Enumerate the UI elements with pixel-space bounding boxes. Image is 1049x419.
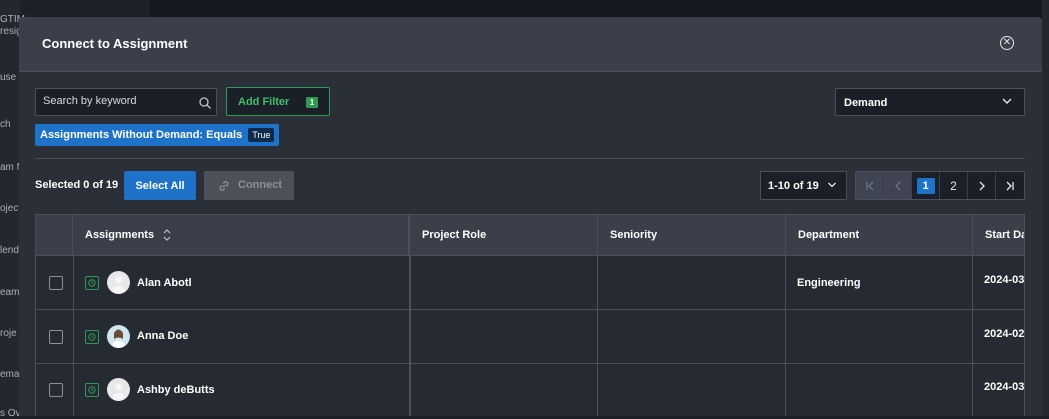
row-checkbox[interactable]: [49, 276, 63, 290]
table-row[interactable]: Anna Doe 2024-02: [36, 310, 1025, 364]
chevron-right-icon: [979, 181, 985, 190]
last-page-button[interactable]: [996, 172, 1024, 199]
table-header: Assignments Project Role Seniority Depar…: [36, 215, 1024, 256]
first-page-icon: [865, 181, 873, 190]
cell-divider: [972, 310, 973, 363]
assignment-name: Alan Abotl: [137, 277, 192, 289]
search-input[interactable]: [43, 95, 193, 107]
filter-chip-label: Assignments Without Demand: Equals: [40, 129, 243, 141]
header-checkbox-cell: [36, 215, 73, 255]
status-icon: [85, 383, 99, 397]
select-all-button[interactable]: Select All: [124, 171, 196, 200]
background-sidebar: GTIM resig use I ch am M oject lend eam …: [0, 0, 25, 419]
search-box[interactable]: [35, 88, 217, 116]
table-row[interactable]: Alan Abotl Engineering 2024-03: [36, 256, 1025, 310]
bg-text: roje: [0, 328, 17, 339]
cell-divider: [409, 310, 411, 363]
assignments-table: Assignments Project Role Seniority Depar…: [35, 214, 1025, 416]
cell-divider: [73, 310, 74, 363]
cell-divider: [597, 310, 598, 363]
bg-text: oject: [0, 203, 22, 214]
next-page-button[interactable]: [968, 172, 996, 199]
chevron-down-icon: [828, 182, 836, 188]
page-button-1[interactable]: 1: [912, 172, 940, 199]
row-checkbox[interactable]: [49, 330, 63, 344]
divider: [35, 158, 1025, 159]
page-button-2[interactable]: 2: [940, 172, 968, 199]
background-toolbar: [150, 0, 1049, 18]
start-date-value: 2024-02: [984, 328, 1025, 340]
link-icon: [219, 181, 229, 191]
status-icon: [85, 330, 99, 344]
cell-divider: [972, 364, 973, 416]
cell-divider: [409, 364, 411, 416]
table-row[interactable]: Ashby deButts 2024-03: [36, 364, 1025, 416]
bg-text: lend: [0, 245, 19, 256]
bg-text: ch: [0, 119, 11, 130]
cell-divider: [73, 364, 74, 416]
cell-divider: [785, 364, 786, 416]
search-icon[interactable]: [198, 96, 212, 110]
bg-text: s Ov: [0, 408, 21, 419]
column-project-role[interactable]: Project Role: [410, 215, 598, 255]
avatar: [107, 378, 130, 401]
last-page-icon: [1006, 181, 1014, 190]
active-filter-chip[interactable]: Assignments Without Demand: Equals True: [35, 124, 280, 146]
first-page-button[interactable]: [856, 172, 884, 199]
cell-divider: [73, 256, 74, 309]
start-date-value: 2024-03: [984, 381, 1025, 393]
page-range-value: 1-10 of 19: [768, 180, 819, 192]
modal-title: Connect to Assignment: [42, 36, 188, 51]
column-label: Assignments: [85, 229, 155, 241]
filter-chip-value: True: [248, 128, 275, 142]
filter-count-badge: 1: [306, 97, 318, 108]
cell-divider: [409, 256, 411, 309]
cell-divider: [785, 310, 786, 363]
cell-divider: [785, 256, 786, 309]
type-select[interactable]: Demand: [835, 88, 1025, 116]
start-date-value: 2024-03: [984, 274, 1025, 286]
chevron-down-icon: [1002, 98, 1012, 104]
column-start-date[interactable]: Start Da: [973, 215, 1024, 255]
current-page: 1: [916, 177, 935, 194]
cell-divider: [972, 256, 973, 309]
modal-header: Connect to Assignment ✕: [19, 17, 1042, 72]
assignment-name: Ashby deButts: [137, 384, 215, 396]
connect-label: Connect: [238, 179, 282, 191]
close-icon[interactable]: ✕: [1000, 36, 1014, 50]
avatar: [107, 325, 130, 348]
status-icon: [85, 276, 99, 290]
column-department[interactable]: Department: [786, 215, 973, 255]
assignment-name: Anna Doe: [137, 330, 189, 342]
connect-button[interactable]: Connect: [204, 171, 294, 200]
department-value: Engineering: [797, 277, 861, 289]
page-size-select[interactable]: 1-10 of 19: [760, 171, 847, 200]
connect-assignment-modal: Connect to Assignment ✕ Add Filter 1 Dem…: [19, 17, 1042, 416]
add-filter-button[interactable]: Add Filter 1: [226, 87, 330, 116]
type-select-value: Demand: [844, 97, 888, 109]
cell-divider: [597, 364, 598, 416]
selection-count: Selected 0 of 19: [35, 179, 119, 191]
avatar: [107, 271, 130, 294]
bg-text: eam: [0, 287, 20, 298]
background-right-edge: [1042, 0, 1049, 416]
pagination: 1 2: [855, 171, 1025, 200]
cell-divider: [597, 256, 598, 309]
column-assignments[interactable]: Assignments: [73, 215, 410, 255]
row-checkbox[interactable]: [49, 383, 63, 397]
sort-icon[interactable]: [162, 228, 172, 242]
column-seniority[interactable]: Seniority: [598, 215, 786, 255]
chevron-left-icon: [894, 181, 900, 190]
add-filter-label: Add Filter: [238, 96, 290, 108]
prev-page-button[interactable]: [884, 172, 912, 199]
bg-text: ema: [0, 369, 20, 380]
